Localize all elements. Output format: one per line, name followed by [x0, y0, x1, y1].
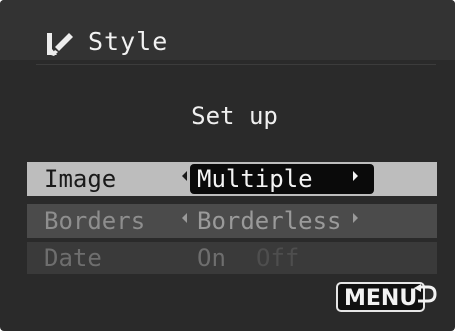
- arrow-left-icon[interactable]: [182, 213, 187, 223]
- setting-label: Date: [44, 244, 102, 272]
- date-option-off: Off: [256, 244, 300, 272]
- header-divider: [36, 64, 436, 65]
- menu-header: Style: [0, 0, 455, 60]
- setting-value: Borderless: [197, 207, 342, 235]
- date-option-on: On: [197, 244, 226, 272]
- setting-label: Image: [44, 165, 117, 193]
- setting-row-image[interactable]: Image Multiple: [27, 162, 437, 196]
- setting-row-borders[interactable]: Borders Borderless: [27, 204, 437, 238]
- section-title: Set up: [191, 102, 278, 130]
- page-title: Style: [88, 27, 169, 56]
- arrow-left-icon[interactable]: [182, 171, 187, 181]
- brush-icon: [47, 33, 73, 56]
- setting-value: Multiple: [197, 165, 313, 193]
- setting-label: Borders: [44, 207, 146, 235]
- arrow-right-icon[interactable]: [353, 213, 358, 223]
- return-arrow-icon[interactable]: [410, 284, 438, 308]
- arrow-right-icon[interactable]: [353, 171, 358, 181]
- setting-row-date: Date On Off: [27, 242, 437, 274]
- camera-menu-screen: Style Set up Image Multiple Borders Bord…: [0, 0, 455, 331]
